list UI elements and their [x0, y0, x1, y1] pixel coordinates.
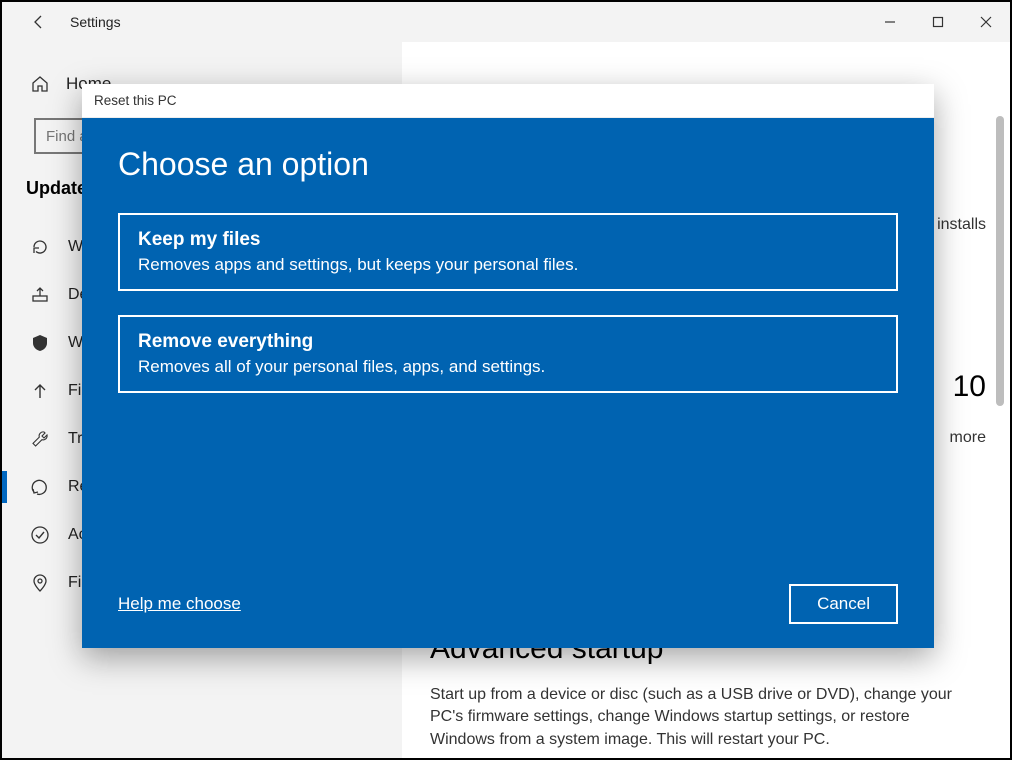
- partial-text: 10: [953, 370, 986, 404]
- delivery-icon: [30, 285, 50, 305]
- help-me-choose-link[interactable]: Help me choose: [118, 594, 241, 614]
- option-keep-my-files[interactable]: Keep my files Removes apps and settings,…: [118, 213, 898, 291]
- recovery-icon: [30, 477, 50, 497]
- section-body: Start up from a device or disc (such as …: [430, 684, 970, 751]
- back-icon[interactable]: [30, 13, 48, 31]
- option-remove-everything[interactable]: Remove everything Removes all of your pe…: [118, 315, 898, 393]
- option-description: Removes apps and settings, but keeps you…: [138, 255, 878, 275]
- arrow-up-icon: [30, 381, 50, 401]
- refresh-icon: [30, 237, 50, 257]
- home-icon: [30, 74, 50, 94]
- close-button[interactable]: [962, 2, 1010, 42]
- option-title: Remove everything: [138, 331, 878, 353]
- partial-text: installs: [937, 216, 986, 234]
- maximize-button[interactable]: [914, 2, 962, 42]
- scrollbar[interactable]: [996, 116, 1004, 406]
- cancel-button[interactable]: Cancel: [789, 584, 898, 624]
- reset-pc-dialog: Reset this PC Choose an option Keep my f…: [82, 84, 934, 648]
- partial-text: more: [950, 429, 986, 447]
- location-icon: [30, 573, 50, 593]
- check-icon: [30, 525, 50, 545]
- shield-icon: [30, 333, 50, 353]
- option-description: Removes all of your personal files, apps…: [138, 357, 878, 377]
- dialog-heading: Choose an option: [118, 146, 898, 183]
- window-title: Settings: [70, 14, 121, 30]
- wrench-icon: [30, 429, 50, 449]
- dialog-title: Reset this PC: [82, 84, 934, 118]
- window-titlebar: Settings: [2, 2, 1010, 42]
- option-title: Keep my files: [138, 229, 878, 251]
- minimize-button[interactable]: [866, 2, 914, 42]
